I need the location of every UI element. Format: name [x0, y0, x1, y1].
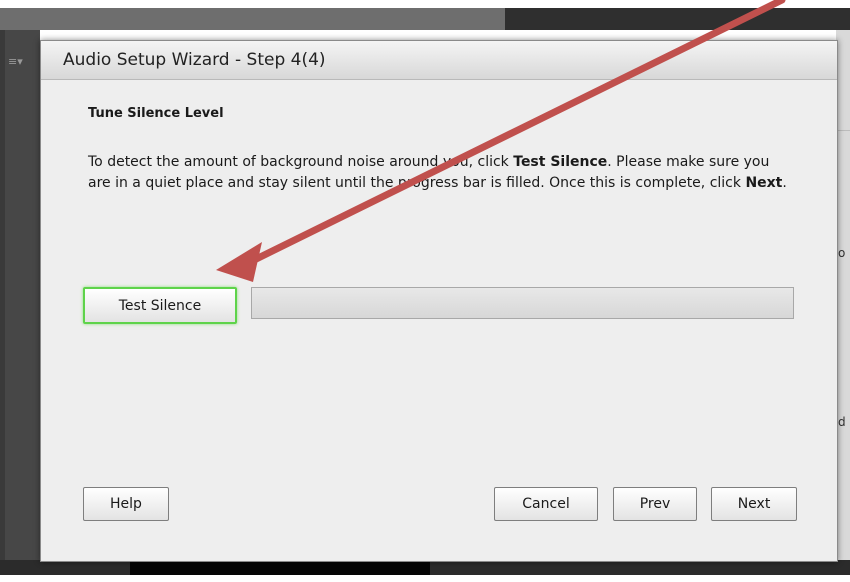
prev-button[interactable]: Prev: [613, 487, 697, 521]
cancel-button[interactable]: Cancel: [494, 487, 598, 521]
background-bottom-edge: [0, 575, 850, 582]
section-heading: Tune Silence Level: [88, 106, 224, 121]
background-right-panel: [836, 30, 850, 582]
background-left-panel: [0, 30, 40, 582]
next-button[interactable]: Next: [711, 487, 797, 521]
silence-progress-bar: [251, 287, 794, 319]
dialog-content: Tune Silence Level To detect the amount …: [41, 80, 837, 560]
instructions-part: To detect the amount of background noise…: [88, 154, 514, 170]
dialog-title-bar[interactable]: Audio Setup Wizard - Step 4(4): [41, 41, 837, 80]
background-left-edge: [0, 30, 5, 582]
background-right-text: o: [838, 246, 846, 260]
dialog-title: Audio Setup Wizard - Step 4(4): [63, 50, 326, 70]
instructions-part: .: [782, 175, 787, 191]
instructions-emphasis-test-silence: Test Silence: [513, 154, 608, 170]
background-top-edge: [0, 0, 850, 8]
test-silence-button[interactable]: Test Silence: [83, 287, 237, 324]
audio-setup-dialog: Audio Setup Wizard - Step 4(4) Tune Sile…: [40, 40, 838, 562]
background-right-text: d: [838, 415, 846, 429]
help-button[interactable]: Help: [83, 487, 169, 521]
menu-icon: ≡▾: [8, 55, 23, 68]
background-right-divider: [836, 130, 850, 131]
instructions-text: To detect the amount of background noise…: [88, 152, 788, 194]
instructions-emphasis-next: Next: [745, 175, 783, 191]
